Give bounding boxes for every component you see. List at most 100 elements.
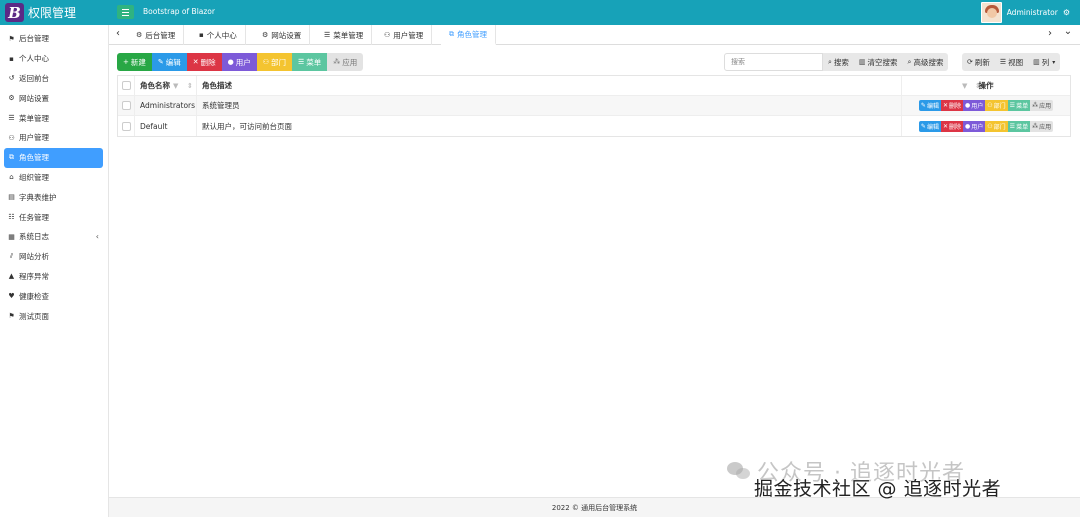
back-icon: ↺ — [8, 74, 15, 83]
columns-icon: ▥ — [1033, 58, 1040, 66]
button-label: 应用 — [1039, 103, 1052, 110]
column-label: 角色名称 — [140, 81, 170, 90]
table-row[interactable]: Default 默认用户，可访问前台页面 ✎ 编辑 ✕ 删除 ● 用户 ⚇ 部门 ☰ 菜单… — [118, 116, 1070, 136]
sidebar-item-exceptions[interactable]: ▲ 程序异常 — [0, 267, 108, 287]
table-header: 角色名称 ▼ ⇕ 角色描述 ▼ ⇕ 操作 — [118, 75, 1070, 96]
sort-icon[interactable]: ⇕ — [187, 82, 193, 90]
row-edit-button[interactable]: ✎ 编辑 — [918, 100, 941, 111]
button-label: 刷新 — [974, 57, 990, 67]
brand-title: 权限管理 — [28, 6, 77, 20]
tab-users[interactable]: ⚇ 用户管理 — [376, 25, 433, 45]
sidebar-item-frontend[interactable]: ↺ 返回前台 — [0, 69, 108, 89]
avatar[interactable] — [980, 2, 1002, 23]
row-checkbox[interactable] — [121, 121, 131, 131]
filter-icon[interactable]: ▼ — [173, 82, 178, 90]
tab-dropdown-button[interactable]: ⌄ — [1062, 26, 1074, 40]
gear-icon: ⚙ — [136, 31, 143, 39]
table-row[interactable]: Administrators 系统管理员 ✎ 编辑 ✕ 删除 ● 用户 ⚇ 部门 ☰ 菜单… — [118, 95, 1070, 116]
advanced-search-button[interactable]: ⌕ 高级搜索 — [903, 53, 949, 71]
assign-user-button[interactable]: ● 用户 — [221, 53, 257, 71]
button-label: 部门 — [993, 103, 1006, 110]
bars-icon: ☰ — [1009, 102, 1016, 109]
user-name[interactable]: Administrator — [1007, 8, 1058, 17]
tab-dashboard[interactable]: ⚙ 后台管理 — [128, 25, 185, 45]
clear-search-button[interactable]: ▥ 清空搜索 — [854, 53, 903, 71]
delete-button[interactable]: ✕ 删除 — [186, 53, 222, 71]
wechat-icon — [727, 460, 751, 482]
row-menu-button[interactable]: ☰ 菜单 — [1007, 100, 1031, 111]
button-label: 菜单 — [1016, 103, 1029, 110]
button-label: 编辑 — [165, 57, 181, 67]
users-icon: ⚇ — [8, 133, 15, 142]
briefcase-icon: ▪ — [9, 54, 14, 63]
role-name-cell: Administrators — [135, 95, 197, 116]
button-label: 应用 — [342, 57, 358, 67]
row-user-button[interactable]: ● 用户 — [963, 120, 986, 132]
column-label: 操作 — [978, 81, 994, 90]
column-header-name[interactable]: 角色名称 ▼ ⇕ — [135, 75, 197, 96]
sidebar-item-test[interactable]: ⚑ 测试页面 — [0, 306, 108, 326]
tab-roles[interactable]: ⧉ 角色管理 — [441, 25, 496, 45]
assign-group-button[interactable]: ⚇ 部门 — [256, 53, 293, 71]
tab-next-button[interactable]: › — [1044, 28, 1056, 42]
sidebar-item-site-settings[interactable]: ⚙ 网站设置 — [0, 88, 108, 108]
button-label: 高级搜索 — [913, 57, 944, 67]
sidebar-item-health[interactable]: ♥ 健康检查 — [0, 286, 108, 306]
watermark-line2: 掘金技术社区 @ 追逐时光者 — [754, 478, 1002, 500]
columns-dropdown[interactable]: ▥ 列 ▾ — [1028, 53, 1060, 71]
sidebar-item-tasks[interactable]: ☷ 任务管理 — [0, 207, 108, 227]
column-header-desc[interactable]: 角色描述 ▼ ⇕ — [197, 75, 981, 96]
tab-prev-button[interactable]: ‹ — [112, 28, 124, 42]
user-icon: ● — [965, 122, 971, 130]
menu-toggle-button[interactable] — [117, 5, 134, 19]
sitemap-icon: ⧉ — [9, 153, 14, 162]
view-button[interactable]: ☰ 视图 — [995, 53, 1028, 71]
row-checkbox[interactable] — [121, 101, 131, 110]
row-group-button[interactable]: ⚇ 部门 — [985, 100, 1008, 111]
select-all-cell — [118, 75, 135, 96]
button-label: 菜单 — [1016, 123, 1029, 131]
sidebar-item-menus[interactable]: ☰ 菜单管理 — [0, 108, 108, 128]
search-input[interactable]: 搜索 — [724, 53, 823, 71]
column-label: 角色描述 — [202, 81, 232, 90]
assign-app-button[interactable]: ⁂ 应用 — [327, 53, 364, 71]
edit-button[interactable]: ✎ 编辑 — [151, 53, 187, 71]
sidebar-item-label: 后台管理 — [19, 34, 49, 44]
sidebar-item-profile[interactable]: ▪ 个人中心 — [0, 49, 108, 69]
edit-icon: ✎ — [920, 122, 926, 130]
button-label: 删除 — [948, 103, 961, 110]
sidebar-item-roles[interactable]: ⧉ 角色管理 — [4, 147, 103, 168]
row-delete-button[interactable]: ✕ 删除 — [940, 100, 963, 111]
row-app-button[interactable]: ⁂ 应用 — [1030, 100, 1054, 111]
row-app-button[interactable]: ⁂ 应用 — [1030, 120, 1054, 132]
warning-icon: ▲ — [8, 272, 15, 281]
brand[interactable]: B 权限管理 — [0, 0, 109, 25]
sidebar-item-orgs[interactable]: ⌂ 组织管理 — [0, 168, 108, 188]
tab-menus[interactable]: ☰ 菜单管理 — [316, 25, 373, 45]
button-label: 用户 — [971, 103, 984, 110]
select-all-checkbox[interactable] — [121, 81, 131, 90]
assign-menu-button[interactable]: ☰ 菜单 — [292, 53, 328, 71]
search-button[interactable]: ⌕ 搜索 — [823, 53, 854, 71]
sidebar-item-dashboard[interactable]: ⚑ 后台管理 — [0, 29, 108, 49]
org-icon: ⌂ — [9, 173, 14, 182]
user-settings-icon[interactable]: ⚙ — [1063, 8, 1070, 17]
new-button[interactable]: + 新建 — [117, 53, 152, 71]
close-icon: ✕ — [192, 58, 199, 66]
tab-profile[interactable]: ▪ 个人中心 — [191, 25, 246, 45]
row-menu-button[interactable]: ☰ 菜单 — [1007, 120, 1031, 132]
row-user-button[interactable]: ● 用户 — [963, 100, 986, 111]
chevron-left-icon[interactable]: ‹ — [96, 232, 99, 241]
sidebar-item-logs[interactable]: ▦ 系统日志 ‹ — [0, 227, 108, 247]
row-delete-button[interactable]: ✕ 删除 — [940, 120, 963, 132]
refresh-button[interactable]: ⟳ 刷新 — [962, 53, 995, 71]
row-group-button[interactable]: ⚇ 部门 — [985, 120, 1008, 132]
tab-site-settings[interactable]: ⚙ 网站设置 — [254, 25, 311, 45]
button-label: 用户 — [235, 57, 251, 67]
sidebar-item-dicts[interactable]: ▤ 字典表维护 — [0, 187, 108, 207]
caret-down-icon: ▾ — [1052, 58, 1056, 66]
sidebar-item-analytics[interactable]: ⫽ 网站分析 — [0, 247, 108, 267]
sidebar-item-users[interactable]: ⚇ 用户管理 — [0, 128, 108, 148]
row-edit-button[interactable]: ✎ 编辑 — [918, 120, 941, 132]
user-menu[interactable]: Administrator ⚙ — [980, 2, 1070, 23]
